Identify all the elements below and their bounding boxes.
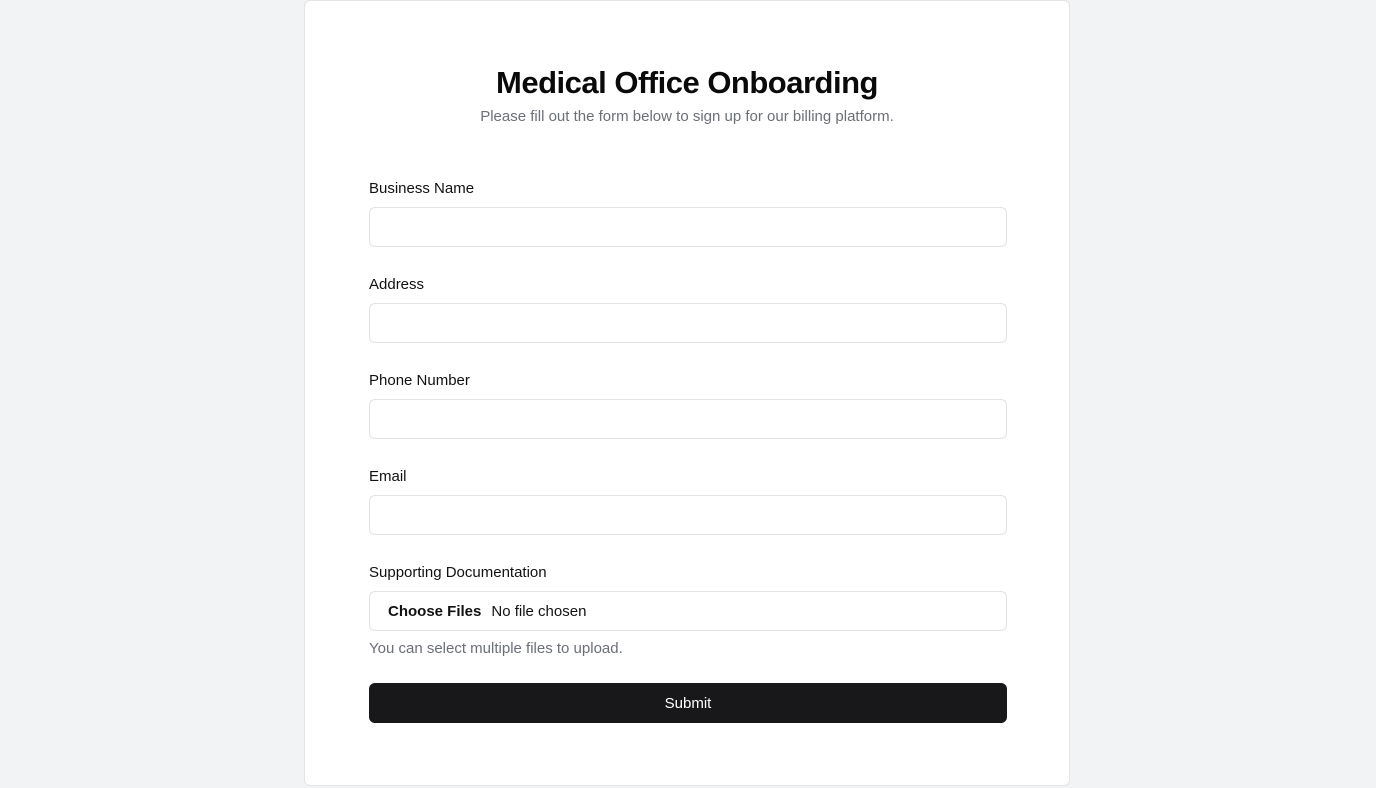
email-label: Email: [369, 468, 407, 485]
page-subtitle: Please fill out the form below to sign u…: [480, 108, 894, 125]
submit-button[interactable]: Submit: [369, 683, 1007, 723]
business-name-input[interactable]: [369, 207, 1007, 247]
phone-number-input[interactable]: [369, 399, 1007, 439]
business-name-label: Business Name: [369, 180, 475, 197]
supporting-documentation-label: Supporting Documentation: [369, 564, 547, 581]
page-title: Medical Office Onboarding: [496, 65, 878, 100]
choose-files-button[interactable]: Choose Files: [388, 603, 481, 620]
address-input[interactable]: [369, 303, 1007, 343]
phone-number-label: Phone Number: [369, 372, 470, 389]
address-label: Address: [369, 276, 425, 293]
email-input[interactable]: [369, 495, 1007, 535]
file-status-text: No file chosen: [491, 602, 587, 620]
onboarding-card: Medical Office Onboarding Please fill ou…: [304, 0, 1070, 786]
file-upload-hint: You can select multiple files to upload.: [369, 640, 623, 657]
file-upload-field[interactable]: Choose Files No file chosen: [369, 591, 1007, 631]
